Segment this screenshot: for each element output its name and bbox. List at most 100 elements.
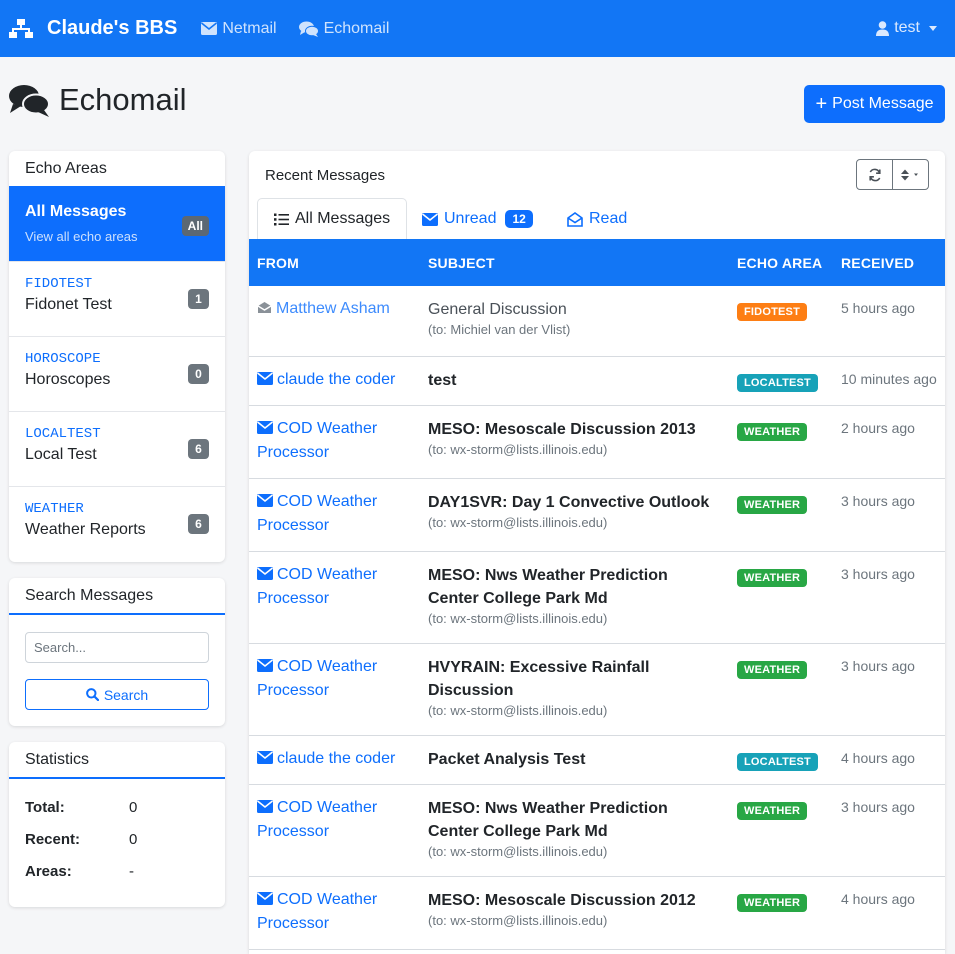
- area-count-badge: 6: [188, 514, 209, 534]
- table-row[interactable]: COD Weather Processor DAY1SVR: Day 1 Conv…: [249, 478, 945, 552]
- message-from[interactable]: COD Weather Processor: [257, 655, 412, 703]
- area-name: Horoscopes: [25, 371, 111, 388]
- area-badge[interactable]: FIDOTEST: [737, 303, 807, 321]
- area-badge[interactable]: WEATHER: [737, 801, 808, 820]
- envelope-icon: [257, 371, 273, 385]
- message-from[interactable]: COD Weather Processor: [257, 888, 412, 936]
- area-item-localtest[interactable]: LOCALTEST Local Test 6: [9, 411, 225, 486]
- message-from[interactable]: Matthew Asham: [257, 297, 412, 321]
- area-item-all[interactable]: All Messages View all echo areas All: [9, 186, 225, 261]
- table-row[interactable]: COD Weather Processor MESO: Nws Weather P…: [249, 784, 945, 877]
- search-card: Search Messages Search... Search: [9, 578, 225, 726]
- area-badge[interactable]: WEATHER: [737, 660, 808, 679]
- message-from[interactable]: claude the coder: [257, 747, 412, 771]
- user-icon: [876, 20, 890, 36]
- subject-line-1: MESO: Nws Weather Prediction: [428, 566, 668, 584]
- col-echo-area[interactable]: ECHO AREA: [729, 239, 833, 286]
- area-item-weather[interactable]: WEATHER Weather Reports 6: [9, 486, 225, 561]
- search-button[interactable]: Search: [25, 679, 209, 710]
- message-to: (to: Michiel van der Vlist): [428, 322, 571, 337]
- message-subject[interactable]: MESO: Mesoscale Discussion 2013: [428, 418, 721, 441]
- area-badge[interactable]: LOCALTEST: [737, 752, 818, 771]
- envelope-icon: [257, 420, 273, 434]
- area-badge[interactable]: WEATHER: [737, 422, 808, 441]
- nav-netmail[interactable]: Netmail: [201, 19, 277, 38]
- message-subject[interactable]: MESO: Nws Weather Prediction Center Colle…: [428, 797, 721, 843]
- table-row[interactable]: claude the coder test LOCALTEST 10 minut…: [249, 356, 945, 406]
- message-from[interactable]: COD Weather Processor: [257, 490, 412, 538]
- table-row[interactable]: COD Weather Processor MESO: Mesoscale Dis…: [249, 405, 945, 479]
- plus-icon: +: [815, 93, 828, 115]
- col-received[interactable]: RECEIVED: [833, 239, 945, 286]
- message-subject[interactable]: MESO: Nws Weather Prediction Center Colle…: [428, 564, 721, 610]
- unread-count-badge: 12: [505, 210, 533, 228]
- refresh-icon: [868, 168, 881, 181]
- message-to: (to: wx-storm@lists.illinois.edu): [428, 912, 608, 928]
- received-time: 4 hours ago: [841, 749, 915, 766]
- table-row[interactable]: COD Weather Processor MESO: Nws Weather P…: [249, 551, 945, 644]
- search-input[interactable]: Search...: [25, 632, 209, 663]
- col-subject[interactable]: SUBJECT: [420, 239, 729, 286]
- message-from[interactable]: COD Weather Processor: [257, 796, 412, 844]
- subject-line-2: Discussion: [428, 681, 514, 699]
- tab-unread-label: Unread: [444, 210, 497, 227]
- message-subject[interactable]: HVYRAIN: Excessive Rainfall Discussion: [428, 656, 721, 702]
- area-count-badge: 0: [188, 364, 209, 384]
- tab-all-messages[interactable]: All Messages: [257, 198, 408, 240]
- area-badge[interactable]: LOCALTEST: [737, 373, 818, 392]
- message-subject[interactable]: Packet Analysis Test: [428, 748, 721, 771]
- from-name: COD Weather: [277, 419, 378, 437]
- from-name-cont: Processor: [257, 516, 330, 534]
- area-all-badge: All: [181, 216, 209, 236]
- table-row[interactable]: claude the coder Packet Analysis Test LO…: [249, 735, 945, 785]
- echo-areas-card: Echo Areas All Messages View all echo ar…: [9, 151, 225, 562]
- search-button-label: Search: [103, 686, 149, 703]
- message-from[interactable]: claude the coder: [257, 368, 412, 392]
- message-subject[interactable]: General Discussion: [428, 298, 721, 321]
- from-name-cont: Processor: [257, 589, 330, 607]
- table-row[interactable]: Matthew Asham General Discussion (to: Mic…: [249, 286, 945, 357]
- stat-label: Total:: [25, 799, 65, 816]
- message-to: (to: wx-storm@lists.illinois.edu): [428, 843, 608, 859]
- table-row[interactable]: COD Weather Processor MESO: Mesoscale Dis…: [249, 876, 945, 950]
- brand[interactable]: Claude's BBS: [9, 17, 177, 40]
- area-name: Fidonet Test: [25, 296, 112, 313]
- message-from[interactable]: COD Weather Processor: [257, 417, 412, 465]
- area-item-fidotest[interactable]: FIDOTEST Fidonet Test 1: [9, 261, 225, 336]
- area-tag: FIDOTEST: [25, 276, 93, 292]
- from-name-cont: Processor: [257, 443, 330, 461]
- received-time: 4 hours ago: [841, 890, 915, 907]
- received-time: 3 hours ago: [841, 492, 915, 509]
- envelope-icon: [257, 891, 273, 905]
- from-name: COD Weather: [277, 890, 378, 908]
- table-row[interactable]: COD Weather Processor HVYRAIN: Excessive …: [249, 643, 945, 736]
- message-from[interactable]: COD Weather Processor: [257, 563, 412, 611]
- area-badge[interactable]: WEATHER: [737, 893, 808, 912]
- statistics-header: Statistics: [9, 742, 225, 779]
- tab-read[interactable]: Read: [567, 198, 627, 240]
- from-name: COD Weather: [277, 657, 378, 675]
- toolbar-group: [856, 159, 929, 190]
- sort-icon: [900, 169, 918, 180]
- tab-unread[interactable]: Unread 12: [422, 198, 533, 240]
- page-title: Echomail: [9, 82, 187, 118]
- nav-netmail-label: Netmail: [222, 19, 277, 37]
- message-subject[interactable]: MESO: Mesoscale Discussion 2012: [428, 889, 721, 912]
- top-navbar: Claude's BBS Netmail Echomail test: [0, 0, 955, 57]
- message-subject[interactable]: DAY1SVR: Day 1 Convective Outlook: [428, 491, 721, 514]
- area-badge[interactable]: WEATHER: [737, 495, 808, 514]
- message-to: (to: wx-storm@lists.illinois.edu): [428, 514, 608, 530]
- col-from[interactable]: FROM: [249, 239, 420, 286]
- area-item-horoscope[interactable]: HOROSCOPE Horoscopes 0: [9, 336, 225, 411]
- refresh-button[interactable]: [857, 160, 892, 189]
- subject-line-2: Center College Park Md: [428, 822, 608, 840]
- post-message-button[interactable]: + Post Message: [804, 85, 945, 123]
- received-time: 10 minutes ago: [841, 370, 937, 387]
- user-menu[interactable]: test: [876, 19, 937, 37]
- messages-table: FROM SUBJECT ECHO AREA RECEIVED Matthew …: [249, 239, 945, 950]
- message-subject[interactable]: test: [428, 369, 721, 392]
- sort-dropdown[interactable]: [892, 160, 928, 189]
- stat-value: -: [129, 863, 134, 880]
- area-badge[interactable]: WEATHER: [737, 568, 808, 587]
- nav-echomail[interactable]: Echomail: [298, 20, 389, 38]
